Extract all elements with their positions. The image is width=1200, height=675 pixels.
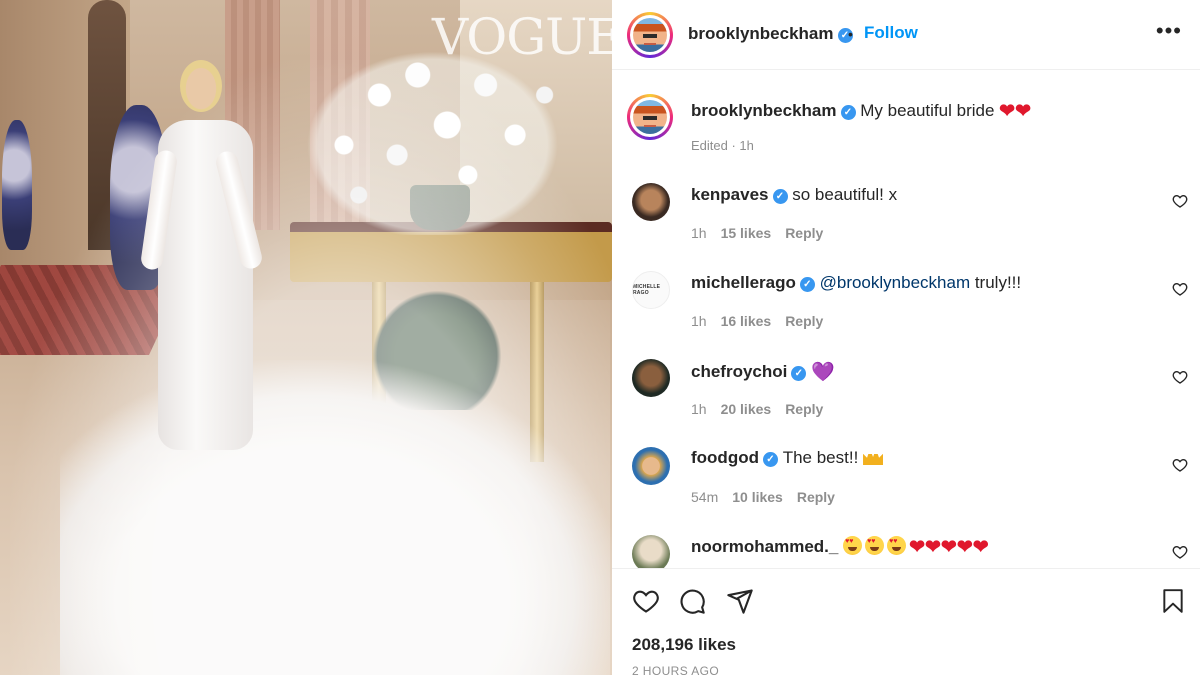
post-sidebar: brooklynbeckham ✓ • Follow ••• brooklynbe… <box>612 0 1200 675</box>
heart-icon[interactable] <box>1172 281 1188 297</box>
reply-button[interactable]: Reply <box>785 313 823 329</box>
comment-time[interactable]: 1h <box>691 313 707 329</box>
comment: noormohammed._ ❤❤❤❤❤ <box>691 536 989 559</box>
caption-edited: Edited · 1h <box>691 138 754 153</box>
caption-text: My beautiful bride <box>860 101 995 120</box>
comment: chefroychoi ✓ 💜 <box>691 360 835 384</box>
caption-username[interactable]: brooklynbeckham <box>691 101 837 120</box>
avatar[interactable] <box>627 12 673 58</box>
comment-meta: 1h 15 likes Reply <box>691 225 837 241</box>
comment: foodgod ✓ The best!! <box>691 448 884 468</box>
comment: kenpaves ✓ so beautiful! x <box>691 185 897 205</box>
comment-username[interactable]: foodgod <box>691 448 759 467</box>
likes-count[interactable]: 208,196 likes <box>632 635 736 655</box>
comment-time[interactable]: 1h <box>691 225 707 241</box>
verified-icon: ✓ <box>762 452 778 467</box>
comment-text: truly!!! <box>970 273 1022 292</box>
heart-eyes-emoji <box>887 536 907 555</box>
avatar[interactable] <box>632 535 670 568</box>
comment-likes[interactable]: 10 likes <box>732 489 783 505</box>
comment-time[interactable]: 54m <box>691 489 718 505</box>
separator-dot: • <box>848 26 853 42</box>
verified-icon: ✓ <box>840 105 856 120</box>
bookmark-icon[interactable] <box>1160 587 1186 615</box>
mention-link[interactable]: @brooklynbeckham <box>820 273 971 292</box>
heart-icon[interactable] <box>1172 544 1188 560</box>
verified-icon: ✓ <box>772 189 788 204</box>
comment-likes[interactable]: 16 likes <box>721 313 772 329</box>
comment-meta: 54m 10 likes Reply <box>691 489 849 505</box>
reply-button[interactable]: Reply <box>797 489 835 505</box>
veil <box>10 60 610 675</box>
comment-time[interactable]: 1h <box>691 401 707 417</box>
heart-emoji: ❤❤ <box>999 101 1031 122</box>
post-actions: 208,196 likes 2 HOURS AGO <box>612 568 1200 675</box>
avatar[interactable] <box>632 359 670 397</box>
header-username[interactable]: brooklynbeckham ✓ <box>688 24 853 44</box>
verified-icon: ✓ <box>791 366 807 381</box>
heart-eyes-emoji <box>843 536 863 555</box>
comment-text: The best!! <box>782 448 864 467</box>
username-text[interactable]: brooklynbeckham <box>688 24 834 43</box>
heart-icon[interactable] <box>1172 369 1188 385</box>
avatar[interactable] <box>632 183 670 221</box>
comment-text: so beautiful! x <box>792 185 898 204</box>
comment: michellerago ✓ @brooklynbeckham truly!!! <box>691 273 1021 293</box>
avatar[interactable] <box>632 447 670 485</box>
caption: brooklynbeckham ✓ My beautiful bride ❤❤ <box>691 100 1031 123</box>
comment-username[interactable]: noormohammed._ <box>691 537 838 556</box>
verified-icon: ✓ <box>799 277 815 292</box>
heart-emoji: ❤❤❤❤❤ <box>909 537 989 558</box>
post-photo[interactable]: VOGUE <box>0 0 612 675</box>
comment-meta: 1h 16 likes Reply <box>691 313 837 329</box>
comment-meta: 1h 20 likes Reply <box>691 401 837 417</box>
vogue-watermark: VOGUE <box>432 8 612 66</box>
heart-icon[interactable] <box>1172 457 1188 473</box>
avatar[interactable] <box>627 94 673 140</box>
heart-icon[interactable] <box>1172 193 1188 209</box>
more-icon[interactable]: ••• <box>1156 18 1182 44</box>
post-time[interactable]: 2 HOURS AGO <box>632 664 719 675</box>
follow-button[interactable]: Follow <box>864 23 918 43</box>
purple-heart-emoji: 💜 <box>811 362 835 383</box>
reply-button[interactable]: Reply <box>785 401 823 417</box>
comment-icon[interactable] <box>678 587 706 615</box>
comment-username[interactable]: kenpaves <box>691 185 769 204</box>
comment-likes[interactable]: 15 likes <box>721 225 772 241</box>
comment-username[interactable]: michellerago <box>691 273 796 292</box>
comment-likes[interactable]: 20 likes <box>721 401 772 417</box>
crown-emoji <box>863 449 884 465</box>
share-icon[interactable] <box>726 587 754 615</box>
post-header: brooklynbeckham ✓ • Follow ••• <box>612 0 1200 70</box>
bride-head <box>180 60 222 112</box>
avatar[interactable]: MICHELLE RAGO <box>632 271 670 309</box>
comment-username[interactable]: chefroychoi <box>691 362 787 381</box>
reply-button[interactable]: Reply <box>785 225 823 241</box>
heart-eyes-emoji <box>865 536 885 555</box>
heart-icon[interactable] <box>632 587 660 615</box>
comment-clip: noormohammed._ ❤❤❤❤❤ <box>612 530 1200 568</box>
